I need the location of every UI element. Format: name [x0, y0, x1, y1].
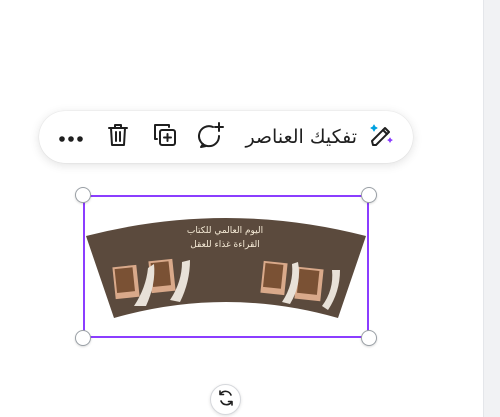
canvas-scroll-gutter [483, 0, 500, 417]
more-options-button[interactable] [57, 123, 85, 151]
ungroup-label: تفكيك العناصر [245, 126, 357, 148]
resize-handle-top-right[interactable] [361, 187, 377, 203]
design-text: اليوم العالمي للكتاب القراءة غذاء للعقل [150, 224, 300, 252]
add-comment-button[interactable] [197, 121, 227, 153]
rotate-button[interactable] [210, 384, 241, 415]
add-comment-icon [197, 121, 227, 153]
duplicate-icon [152, 122, 178, 152]
ungroup-elements-button[interactable]: تفكيك العناصر [245, 121, 395, 153]
resize-handle-bottom-right[interactable] [361, 330, 377, 346]
trash-icon [106, 122, 130, 152]
resize-handle-top-left[interactable] [75, 187, 91, 203]
element-context-toolbar: تفكيك العناصر [39, 111, 413, 163]
delete-button[interactable] [104, 123, 132, 151]
more-icon [58, 128, 84, 147]
duplicate-button[interactable] [151, 123, 179, 151]
design-subtitle-line: القراءة غذاء للعقل [190, 240, 260, 250]
resize-handle-bottom-left[interactable] [75, 330, 91, 346]
rotate-icon [217, 389, 235, 411]
design-title-line: اليوم العالمي للكتاب [186, 226, 264, 236]
magic-edit-icon [367, 121, 395, 153]
